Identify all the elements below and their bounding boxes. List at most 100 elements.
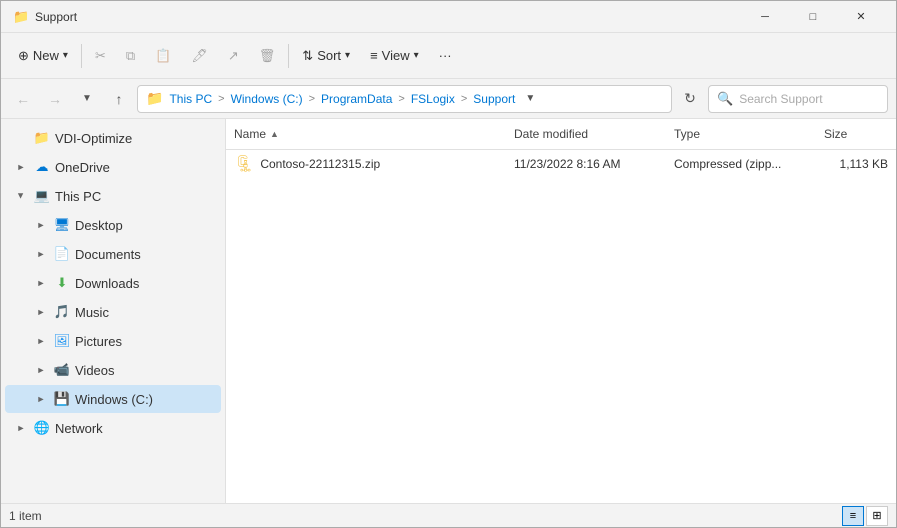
chevron-icon: ► — [33, 217, 49, 233]
column-size-label: Size — [824, 127, 847, 141]
cut-button[interactable]: ✂ — [86, 40, 115, 72]
search-box[interactable]: 🔍 Search Support — [708, 85, 888, 113]
address-dropdown-icon[interactable]: ▼ — [525, 93, 535, 104]
breadcrumb-thispc[interactable]: This PC — [169, 92, 212, 106]
chevron-icon: ► — [33, 275, 49, 291]
recent-locations-button[interactable]: ▼ — [73, 85, 101, 113]
docs-icon: 📄 — [53, 245, 71, 263]
rename-button[interactable]: 🖊 — [182, 40, 217, 72]
file-type-cell: Compressed (zipp... — [666, 157, 816, 171]
status-bar: 1 item ≡ ⊞ — [1, 503, 896, 527]
sort-button[interactable]: ⇅ Sort ▾ — [293, 40, 359, 72]
details-view-icon: ≡ — [850, 510, 856, 522]
view-button[interactable]: ≡ View ▾ — [361, 40, 428, 72]
chevron-icon: ► — [33, 333, 49, 349]
details-view-button[interactable]: ≡ — [842, 506, 864, 526]
sidebar-item-label: OneDrive — [55, 160, 213, 175]
file-list-header: Name ▲ Date modified Type Size — [226, 119, 896, 150]
up-button[interactable]: ↑ — [105, 85, 133, 113]
share-button[interactable]: ↗ — [219, 40, 248, 72]
title-bar: 📁 Support ─ □ ✕ — [1, 1, 896, 33]
more-button[interactable]: ··· — [430, 40, 461, 72]
paste-button[interactable]: 📋 — [146, 40, 180, 72]
file-size: 1,113 KB — [840, 157, 888, 171]
file-name-cell: 🗜 Contoso-22112315.zip — [226, 154, 506, 174]
column-header-type[interactable]: Type — [666, 123, 816, 145]
large-icons-view-button[interactable]: ⊞ — [866, 506, 888, 526]
column-header-date[interactable]: Date modified — [506, 123, 666, 145]
sidebar-item-desktop[interactable]: ► 🖥 Desktop — [5, 211, 221, 239]
windows-icon: 💾 — [53, 390, 71, 408]
sidebar-item-onedrive[interactable]: ► ☁ OneDrive — [5, 153, 221, 181]
sidebar-item-pictures[interactable]: ► 🖼 Pictures — [5, 327, 221, 355]
sidebar-item-label: Documents — [75, 247, 213, 262]
view-label: View — [382, 48, 410, 63]
sidebar-item-label: Network — [55, 421, 213, 436]
sidebar-item-label: Music — [75, 305, 213, 320]
file-name: Contoso-22112315.zip — [260, 157, 380, 171]
chevron-icon: ► — [13, 159, 29, 175]
back-button[interactable]: ← — [9, 85, 37, 113]
copy-button[interactable]: ⧉ — [117, 40, 144, 72]
sidebar-item-this-pc[interactable]: ► 💻 This PC — [5, 182, 221, 210]
column-header-size[interactable]: Size — [816, 123, 896, 145]
sidebar-item-network[interactable]: ► 🌐 Network — [5, 414, 221, 442]
breadcrumb-windows[interactable]: Windows (C:) — [231, 92, 303, 106]
chevron-icon: ► — [33, 246, 49, 262]
forward-button[interactable]: → — [41, 85, 69, 113]
sidebar-item-label: Desktop — [75, 218, 213, 233]
large-icons-view-icon: ⊞ — [872, 509, 881, 522]
maximize-button[interactable]: □ — [790, 1, 836, 33]
breadcrumb-programdata[interactable]: ProgramData — [321, 92, 392, 106]
column-header-name[interactable]: Name ▲ — [226, 123, 506, 145]
sidebar-item-downloads[interactable]: ► ⬇ Downloads — [5, 269, 221, 297]
breadcrumb-sep-3: > — [398, 93, 404, 105]
desktop-icon: 🖥 — [53, 216, 71, 234]
breadcrumb-support[interactable]: Support — [473, 92, 515, 106]
new-button[interactable]: ⊕ New ▾ — [9, 40, 77, 72]
address-bar: ← → ▼ ↑ 📁 This PC > Windows (C:) > Progr… — [1, 79, 896, 119]
copy-icon: ⧉ — [126, 48, 135, 64]
rename-icon: 🖊 — [191, 48, 208, 64]
sidebar-item-vdi-optimize[interactable]: 📁 VDI-Optimize — [5, 124, 221, 152]
file-size-cell: 1,113 KB — [816, 157, 896, 171]
search-icon: 🔍 — [717, 91, 733, 107]
sort-icon: ⇅ — [302, 48, 313, 64]
toolbar: ⊕ New ▾ ✂ ⧉ 📋 🖊 ↗ 🗑 ⇅ Sort ▾ ≡ View ▾ ··… — [1, 33, 896, 79]
delete-button[interactable]: 🗑 — [250, 40, 285, 72]
chevron-icon: ► — [33, 304, 49, 320]
title-bar-controls: ─ □ ✕ — [742, 1, 884, 33]
file-list-body: 🗜 Contoso-22112315.zip 11/23/2022 8:16 A… — [226, 150, 896, 503]
close-button[interactable]: ✕ — [838, 1, 884, 33]
sidebar-item-label: Videos — [75, 363, 213, 378]
downloads-icon: ⬇ — [53, 274, 71, 292]
music-icon: 🎵 — [53, 303, 71, 321]
address-box[interactable]: 📁 This PC > Windows (C:) > ProgramData >… — [137, 85, 672, 113]
file-type: Compressed (zipp... — [674, 157, 781, 171]
sidebar-item-documents[interactable]: ► 📄 Documents — [5, 240, 221, 268]
breadcrumb-fslogix[interactable]: FSLogix — [411, 92, 455, 106]
breadcrumb-icon: 📁 — [146, 90, 163, 107]
cut-icon: ✂ — [95, 48, 106, 64]
sidebar-item-music[interactable]: ► 🎵 Music — [5, 298, 221, 326]
chevron-icon: ► — [13, 188, 29, 204]
item-count: 1 item — [9, 509, 42, 523]
sidebar-item-videos[interactable]: ► 📹 Videos — [5, 356, 221, 384]
sidebar-item-windows-c[interactable]: ► 💾 Windows (C:) — [5, 385, 221, 413]
cloud-icon: ☁ — [33, 158, 51, 176]
folder-icon: 📁 — [33, 129, 51, 147]
table-row[interactable]: 🗜 Contoso-22112315.zip 11/23/2022 8:16 A… — [226, 150, 896, 178]
paste-icon: 📋 — [155, 48, 171, 64]
sidebar-item-label: Pictures — [75, 334, 213, 349]
sidebar-item-label: This PC — [55, 189, 213, 204]
file-date: 11/23/2022 8:16 AM — [514, 157, 621, 171]
delete-icon: 🗑 — [259, 48, 276, 64]
breadcrumb-sep-1: > — [218, 93, 224, 105]
refresh-button[interactable]: ↻ — [676, 85, 704, 113]
pictures-icon: 🖼 — [53, 332, 71, 350]
zip-icon: 🗜 — [234, 154, 254, 174]
minimize-button[interactable]: ─ — [742, 1, 788, 33]
sidebar-item-label: Windows (C:) — [75, 392, 213, 407]
title-bar-left: 📁 Support — [13, 9, 77, 25]
sort-dropdown-icon: ▾ — [345, 50, 350, 61]
